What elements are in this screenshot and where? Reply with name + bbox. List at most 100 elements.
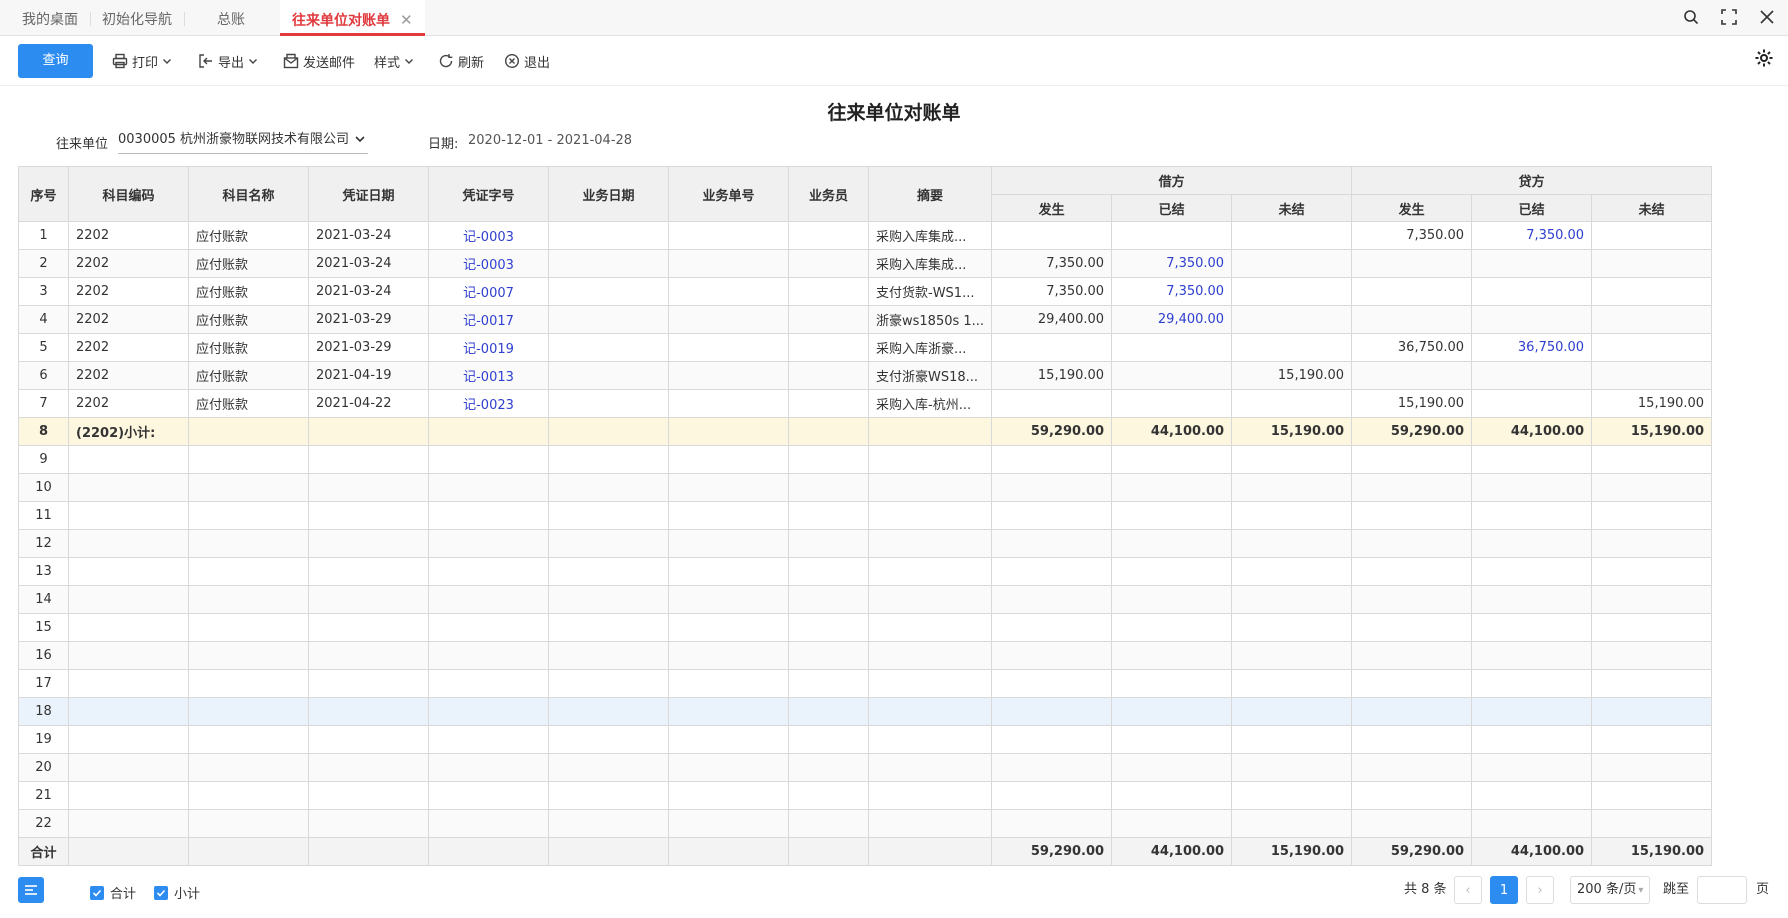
tab-my-desktop[interactable]: 我的桌面 <box>10 0 91 36</box>
table-cell <box>1591 529 1713 558</box>
table-cell <box>308 781 429 810</box>
table-row[interactable]: 15 <box>18 613 1713 642</box>
col-header[interactable]: 发生 <box>991 194 1113 222</box>
table-cell: 4 <box>18 305 69 334</box>
table-cell <box>1591 613 1713 642</box>
table-row[interactable]: 4 2202 应付账款 2021-03-29 记-0017 浙豪ws1850s 1... 2… <box>18 305 1713 334</box>
table-row[interactable]: 16 <box>18 641 1713 670</box>
table-cell: 36,750.00 <box>1471 333 1593 362</box>
col-header[interactable]: 已结 <box>1111 194 1233 222</box>
close-window-icon[interactable] <box>1756 6 1778 28</box>
column-settings-button[interactable] <box>18 877 44 903</box>
table-cell: 7,350.00 <box>1111 277 1233 306</box>
unit-select[interactable]: 0030005 杭州浙豪物联网技术有限公司 <box>118 126 368 154</box>
export-button[interactable]: 导出 <box>198 44 258 78</box>
col-header[interactable]: 已结 <box>1471 194 1593 222</box>
col-header[interactable]: 业务单号 <box>668 166 789 222</box>
table-row[interactable]: 17 <box>18 669 1713 698</box>
table-row[interactable]: 3 2202 应付账款 2021-03-24 记-0007 支付货款-WS1... 7,35… <box>18 277 1713 306</box>
tab-init-guide[interactable]: 初始化导航 <box>90 0 185 36</box>
voucher-link[interactable]: 记-0023 <box>428 389 549 418</box>
table-row[interactable]: 7 2202 应付账款 2021-04-22 记-0023 采购入库-杭州... 15,19… <box>18 389 1713 418</box>
total-checkbox[interactable]: 合计 <box>90 883 136 902</box>
table-row[interactable]: 9 <box>18 445 1713 474</box>
voucher-link[interactable]: 记-0013 <box>428 361 549 390</box>
table-row[interactable]: 22 <box>18 809 1713 838</box>
table-row[interactable]: 21 <box>18 781 1713 810</box>
table-cell <box>1351 669 1473 698</box>
voucher-link[interactable]: 记-0003 <box>428 249 549 278</box>
col-header[interactable]: 未结 <box>1231 194 1353 222</box>
table-row[interactable]: 11 <box>18 501 1713 530</box>
refresh-button[interactable]: 刷新 <box>438 44 484 78</box>
table-row[interactable]: 18 <box>18 697 1713 726</box>
table-row[interactable]: 2 2202 应付账款 2021-03-24 记-0003 采购入库集成... 7,350.… <box>18 249 1713 278</box>
table-cell <box>1351 445 1473 474</box>
subtotal-checkbox[interactable]: 小计 <box>154 883 200 902</box>
col-header[interactable]: 科目编码 <box>68 166 189 222</box>
table-cell <box>788 753 869 782</box>
table-row[interactable]: 10 <box>18 473 1713 502</box>
table-cell <box>68 725 189 754</box>
table-cell <box>668 641 789 670</box>
voucher-link[interactable]: 记-0017 <box>428 305 549 334</box>
subtotal-c_set: 44,100.00 <box>1471 417 1593 446</box>
table-cell <box>188 613 309 642</box>
table-cell <box>867 725 993 754</box>
query-button[interactable]: 查询 <box>18 44 93 78</box>
voucher-link[interactable]: 记-0019 <box>428 333 549 362</box>
next-page-button[interactable]: › <box>1526 876 1554 904</box>
prev-page-button[interactable]: ‹ <box>1454 876 1482 904</box>
record-count: 共 8 条 <box>1404 882 1447 897</box>
table-cell <box>1111 333 1233 362</box>
table-cell <box>68 557 189 586</box>
page-size-select[interactable]: 200 条/页 ▾ <box>1570 876 1650 904</box>
table-cell <box>548 725 669 754</box>
table-cell <box>1231 305 1353 334</box>
table-cell <box>548 669 669 698</box>
col-header[interactable]: 业务日期 <box>548 166 669 222</box>
subtotal-row[interactable]: 8 (2202)小计: 59,290.00 44,100.00 15,190.00 59,… <box>18 417 1713 446</box>
table-row[interactable]: 19 <box>18 725 1713 754</box>
table-cell <box>788 529 869 558</box>
table-cell <box>1231 781 1353 810</box>
table-cell <box>548 389 669 418</box>
table-cell <box>1231 641 1353 670</box>
gear-icon[interactable] <box>1754 48 1774 72</box>
exit-button[interactable]: 退出 <box>504 44 550 78</box>
table-cell <box>867 529 993 558</box>
fullscreen-icon[interactable] <box>1718 6 1740 28</box>
tab-general-ledger[interactable]: 总账 <box>205 0 257 36</box>
voucher-link[interactable]: 记-0007 <box>428 277 549 306</box>
page-number-button[interactable]: 1 <box>1490 876 1518 904</box>
col-header[interactable]: 业务员 <box>788 166 869 222</box>
col-header[interactable]: 发生 <box>1351 194 1473 222</box>
table-row[interactable]: 6 2202 应付账款 2021-04-19 记-0013 支付浙豪WS18... 15,1… <box>18 361 1713 390</box>
print-button[interactable]: 打印 <box>112 44 172 78</box>
send-mail-button[interactable]: 发送邮件 <box>283 44 355 78</box>
table-cell <box>668 249 789 278</box>
table-row[interactable]: 20 <box>18 753 1713 782</box>
col-header[interactable]: 序号 <box>18 166 69 222</box>
tab-statement[interactable]: 往来单位对账单 ✕ <box>280 0 425 36</box>
table-row[interactable]: 12 <box>18 529 1713 558</box>
voucher-link[interactable]: 记-0003 <box>428 221 549 250</box>
table-row[interactable]: 14 <box>18 585 1713 614</box>
col-header[interactable]: 凭证字号 <box>428 166 549 222</box>
jump-page-input[interactable] <box>1697 876 1747 904</box>
check-icon <box>90 885 104 900</box>
col-header[interactable]: 未结 <box>1591 194 1713 222</box>
table-cell <box>68 753 189 782</box>
row-number: 14 <box>18 585 69 614</box>
style-button[interactable]: 样式 <box>374 44 414 78</box>
col-header[interactable]: 凭证日期 <box>308 166 429 222</box>
table-row[interactable]: 1 2202 应付账款 2021-03-24 记-0003 采购入库集成... 7,350.… <box>18 221 1713 250</box>
col-header[interactable]: 摘要 <box>867 166 993 222</box>
table-cell <box>1351 361 1473 390</box>
col-header[interactable]: 科目名称 <box>188 166 309 222</box>
search-icon[interactable] <box>1680 6 1702 28</box>
table-row[interactable]: 13 <box>18 557 1713 586</box>
table-row[interactable]: 5 2202 应付账款 2021-03-29 记-0019 采购入库浙豪... 36,750… <box>18 333 1713 362</box>
table-cell <box>548 473 669 502</box>
row-number: 11 <box>18 501 69 530</box>
